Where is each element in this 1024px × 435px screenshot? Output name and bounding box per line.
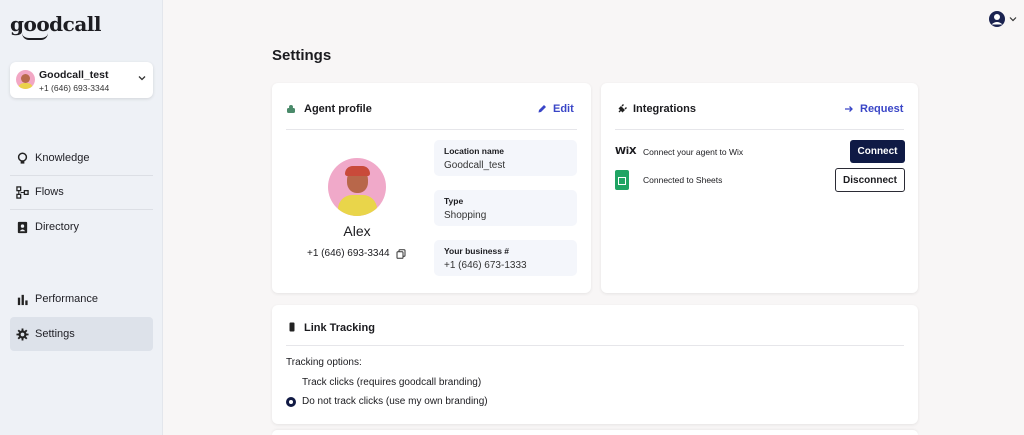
- agent-avatar: [328, 158, 386, 216]
- account-avatar: [16, 70, 35, 89]
- integration-text: Connect your agent to Wix: [643, 146, 744, 157]
- business-number-field: Your business # +1 (646) 673-1333: [434, 240, 577, 276]
- card-title: Agent profile: [304, 103, 372, 115]
- gear-icon: [16, 327, 29, 341]
- agent-profile-icon: [287, 105, 295, 113]
- do-not-track-option[interactable]: Do not track clicks (use my own branding…: [286, 396, 488, 407]
- request-integration-link[interactable]: Request: [844, 103, 903, 115]
- sidebar-item-label: Knowledge: [35, 152, 90, 164]
- card-title: Integrations: [633, 103, 696, 115]
- sidebar-item-label: Performance: [35, 293, 98, 305]
- tracking-options-label: Tracking options:: [286, 357, 362, 368]
- wix-integration-row: WiX Connect your agent to Wix: [615, 146, 743, 157]
- connect-wix-button[interactable]: Connect: [850, 140, 905, 163]
- location-name-field: Location name Goodcall_test: [434, 140, 577, 176]
- sidebar-item-label: Settings: [35, 328, 75, 340]
- integration-text: Connected to Sheets: [643, 175, 723, 185]
- agent-phone: +1 (646) 693-3344: [307, 248, 406, 259]
- agent-profile-card: Agent profile Edit Alex +1 (646) 693-334…: [272, 83, 591, 293]
- directory-icon: [17, 221, 28, 233]
- user-menu[interactable]: [988, 10, 1018, 28]
- field-label: Type: [444, 196, 464, 206]
- request-label: Request: [860, 103, 904, 115]
- wix-logo: WiX: [615, 146, 637, 157]
- chevron-down-icon: [138, 76, 146, 81]
- avatar-body: [338, 195, 377, 216]
- sheets-integration-row: Connected to Sheets: [615, 170, 722, 190]
- arrow-right-icon: [845, 106, 853, 112]
- sidebar-item-performance[interactable]: Performance: [10, 282, 153, 316]
- option-label: Track clicks (requires goodcall branding…: [302, 377, 482, 388]
- card-title: Link Tracking: [304, 322, 375, 334]
- field-value: Shopping: [444, 210, 487, 221]
- edit-profile-link[interactable]: Edit: [537, 103, 574, 115]
- bar-chart-icon: [17, 294, 28, 305]
- type-field: Type Shopping: [434, 190, 577, 226]
- field-label: Your business #: [444, 246, 510, 256]
- agent-name: Alex: [343, 223, 371, 239]
- integrations-card: Integrations Request WiX Connect your ag…: [601, 83, 918, 293]
- pencil-icon: [538, 105, 546, 113]
- sidebar-item-knowledge[interactable]: Knowledge: [10, 141, 153, 175]
- lightbulb-icon: [17, 151, 28, 164]
- account-name: Goodcall_test: [39, 69, 109, 81]
- sidebar-item-label: Flows: [35, 186, 64, 198]
- field-value: +1 (646) 673-1333: [444, 260, 527, 271]
- edit-label: Edit: [553, 103, 574, 115]
- radio-unselected[interactable]: [286, 378, 296, 388]
- plug-icon: [618, 104, 627, 113]
- track-clicks-option[interactable]: Track clicks (requires goodcall branding…: [286, 377, 481, 388]
- sidebar: goodcall Goodcall_test +1 (646) 693-3344…: [0, 0, 163, 435]
- sidebar-item-settings[interactable]: Settings: [10, 317, 153, 351]
- card-divider: [615, 129, 904, 130]
- user-circle-icon: [989, 11, 1005, 27]
- logo-smile-mark: [22, 33, 48, 40]
- sheets-icon: [615, 170, 629, 190]
- chevron-down-icon: [1009, 17, 1017, 22]
- flows-icon: [16, 185, 29, 199]
- field-label: Location name: [444, 146, 504, 156]
- sidebar-item-label: Directory: [35, 221, 80, 233]
- sidebar-item-directory[interactable]: Directory: [10, 210, 153, 244]
- card-divider: [286, 129, 577, 130]
- avatar-hair: [345, 166, 370, 176]
- disconnect-sheets-button[interactable]: Disconnect: [835, 168, 905, 192]
- page-title: Settings: [272, 47, 332, 64]
- radio-selected[interactable]: [286, 396, 296, 407]
- next-card-edge: [272, 430, 918, 435]
- option-label: Do not track clicks (use my own branding…: [302, 396, 488, 407]
- card-divider: [286, 345, 904, 346]
- account-phone: +1 (646) 693-3344: [39, 83, 110, 93]
- link-tracking-card: Link Tracking Tracking options: Track cl…: [272, 305, 918, 424]
- sidebar-item-flows[interactable]: Flows: [10, 175, 153, 209]
- copy-icon[interactable]: [396, 248, 406, 259]
- account-switcher[interactable]: Goodcall_test +1 (646) 693-3344: [10, 62, 153, 98]
- agent-phone-number: +1 (646) 693-3344: [307, 248, 390, 259]
- phone-icon: [289, 322, 295, 332]
- field-value: Goodcall_test: [444, 160, 506, 171]
